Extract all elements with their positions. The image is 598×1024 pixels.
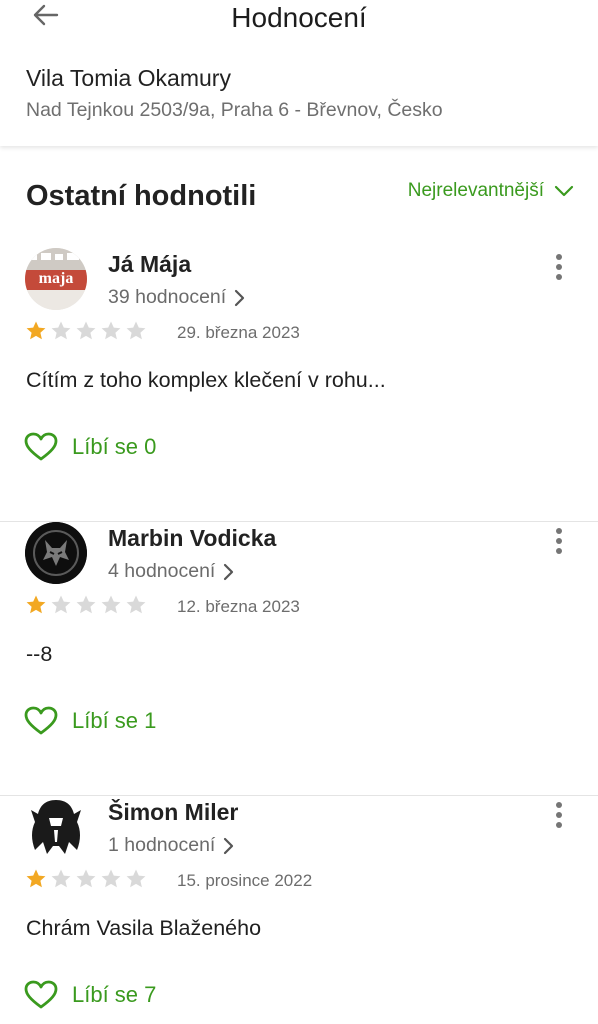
- top-bar: Hodnocení Vila Tomia Okamury Nad Tejnkou…: [0, 0, 598, 146]
- page-title: Hodnocení: [231, 2, 367, 33]
- review-item: Šimon Miler 1 hodnocení 15. prosince 202…: [0, 796, 598, 1024]
- chevron-down-icon: [554, 185, 574, 197]
- ratings-count: 39 hodnocení: [108, 286, 227, 308]
- avatar[interactable]: [25, 522, 87, 584]
- star-rating: [25, 594, 147, 615]
- sort-label: Nejrelevantnější: [407, 180, 544, 201]
- sort-dropdown[interactable]: Nejrelevantnější: [408, 180, 574, 202]
- star-empty-icon: [126, 595, 146, 614]
- avatar[interactable]: maja: [25, 248, 87, 310]
- dot-icon: [556, 812, 562, 818]
- review-date: 15. prosince 2022: [177, 871, 313, 890]
- review-author[interactable]: Já Mája: [108, 251, 191, 278]
- ratings-count-link[interactable]: 4 hodnocení: [108, 560, 235, 583]
- star-rating: [25, 320, 147, 341]
- ratings-count-link[interactable]: 1 hodnocení: [108, 834, 235, 857]
- dot-icon: [556, 254, 562, 260]
- star-empty-icon: [126, 321, 146, 340]
- review-item: maja Já Mája 39 hodnocení 29. března 202…: [0, 248, 598, 522]
- review-text: Chrám Vasila Blaženého: [26, 916, 262, 940]
- heart-icon: [24, 980, 58, 1009]
- like-label: Líbí se 1: [72, 708, 157, 733]
- chevron-right-icon: [224, 837, 234, 854]
- section-title: Ostatní hodnotili: [26, 180, 257, 212]
- review-item: Marbin Vodicka 4 hodnocení 12. března 20…: [0, 522, 598, 796]
- like-button[interactable]: Líbí se 7: [24, 980, 156, 1010]
- star-empty-icon: [101, 321, 121, 340]
- star-empty-icon: [126, 869, 146, 888]
- avatar-label: maja: [38, 270, 74, 287]
- dot-icon: [556, 264, 562, 270]
- dot-icon: [556, 538, 562, 544]
- review-date: 29. března 2023: [177, 323, 300, 342]
- place-address: Nad Tejnkou 2503/9a, Praha 6 - Břevnov, …: [26, 99, 443, 121]
- star-empty-icon: [51, 595, 71, 614]
- star-rating: [25, 868, 147, 889]
- ratings-count: 4 hodnocení: [108, 560, 216, 582]
- dot-icon: [556, 802, 562, 808]
- heart-icon: [24, 706, 58, 735]
- star-filled-icon: [26, 595, 46, 614]
- star-empty-icon: [51, 869, 71, 888]
- more-options-button[interactable]: [548, 800, 570, 830]
- star-empty-icon: [76, 869, 96, 888]
- like-button[interactable]: Líbí se 0: [24, 432, 156, 462]
- like-button[interactable]: Líbí se 1: [24, 706, 156, 736]
- heart-icon: [24, 432, 58, 461]
- star-empty-icon: [76, 321, 96, 340]
- review-date: 12. března 2023: [177, 597, 300, 616]
- dot-icon: [556, 274, 562, 280]
- review-text: Cítím z toho komplex klečení v rohu...: [26, 368, 386, 392]
- avatar[interactable]: [25, 796, 87, 858]
- star-filled-icon: [26, 869, 46, 888]
- chevron-right-icon: [235, 289, 245, 306]
- chevron-right-icon: [224, 563, 234, 580]
- dot-icon: [556, 548, 562, 554]
- more-options-button[interactable]: [548, 526, 570, 556]
- star-empty-icon: [51, 321, 71, 340]
- mandalorian-skull-icon: [31, 800, 81, 854]
- star-empty-icon: [101, 869, 121, 888]
- place-name: Vila Tomia Okamury: [26, 65, 231, 91]
- star-empty-icon: [76, 595, 96, 614]
- review-author[interactable]: Marbin Vodicka: [108, 525, 276, 552]
- reviews-section-header: Ostatní hodnotili Nejrelevantnější: [26, 176, 574, 220]
- more-options-button[interactable]: [548, 252, 570, 282]
- review-author[interactable]: Šimon Miler: [108, 799, 238, 826]
- dot-icon: [556, 822, 562, 828]
- review-text: --8: [26, 642, 53, 666]
- ratings-count-link[interactable]: 39 hodnocení: [108, 286, 246, 309]
- like-label: Líbí se 7: [72, 982, 157, 1007]
- star-empty-icon: [101, 595, 121, 614]
- ratings-count: 1 hodnocení: [108, 834, 216, 856]
- dot-icon: [556, 528, 562, 534]
- star-filled-icon: [26, 321, 46, 340]
- like-label: Líbí se 0: [72, 434, 157, 459]
- wolf-medallion-icon: [25, 522, 87, 584]
